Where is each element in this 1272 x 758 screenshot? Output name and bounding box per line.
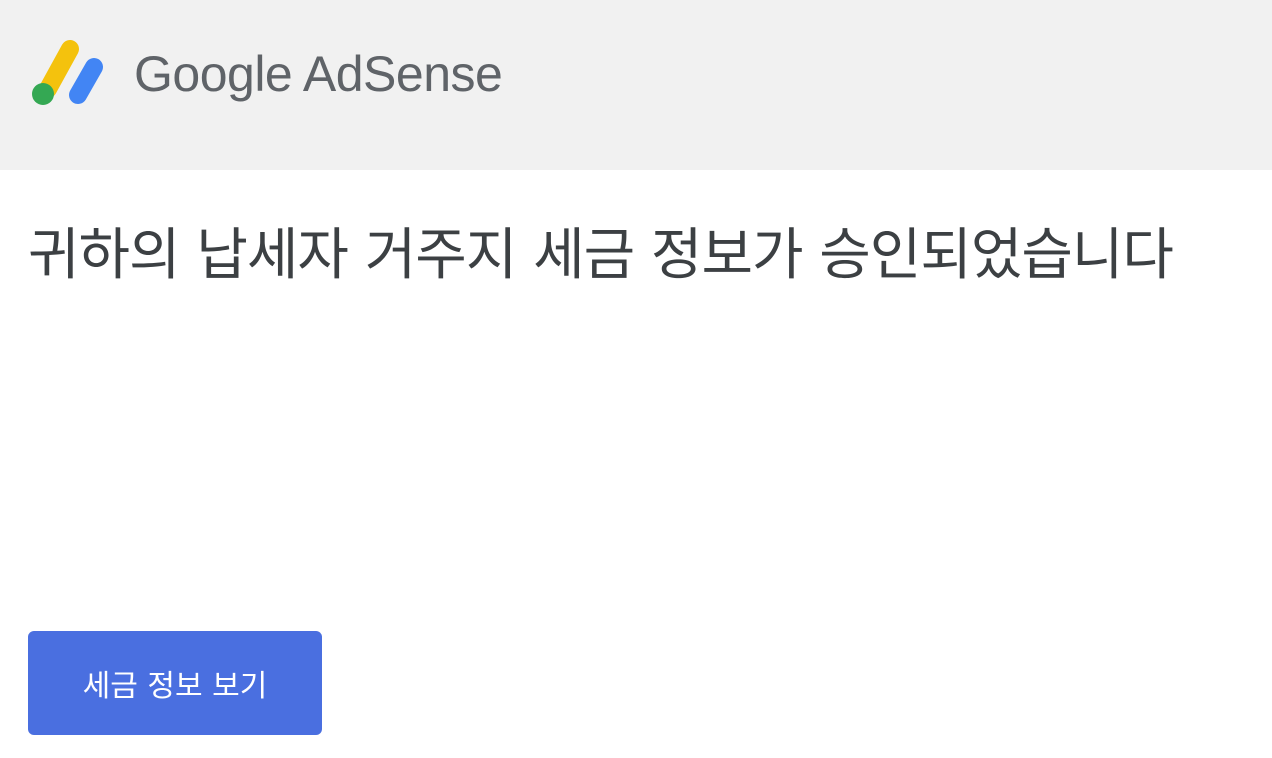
logo-wordmark: Google AdSense xyxy=(134,46,503,102)
adsense-logo-icon xyxy=(32,40,103,105)
logo-product-text: AdSense xyxy=(302,46,503,102)
page-title: 귀하의 납세자 거주지 세금 정보가 승인되었습니다 xyxy=(28,223,1174,288)
logo-brand-text: Google xyxy=(134,46,293,102)
header-bar: Google AdSense xyxy=(0,0,1272,170)
adsense-logo: Google AdSense xyxy=(30,38,503,110)
view-tax-info-button[interactable]: 세금 정보 보기 xyxy=(28,631,322,735)
